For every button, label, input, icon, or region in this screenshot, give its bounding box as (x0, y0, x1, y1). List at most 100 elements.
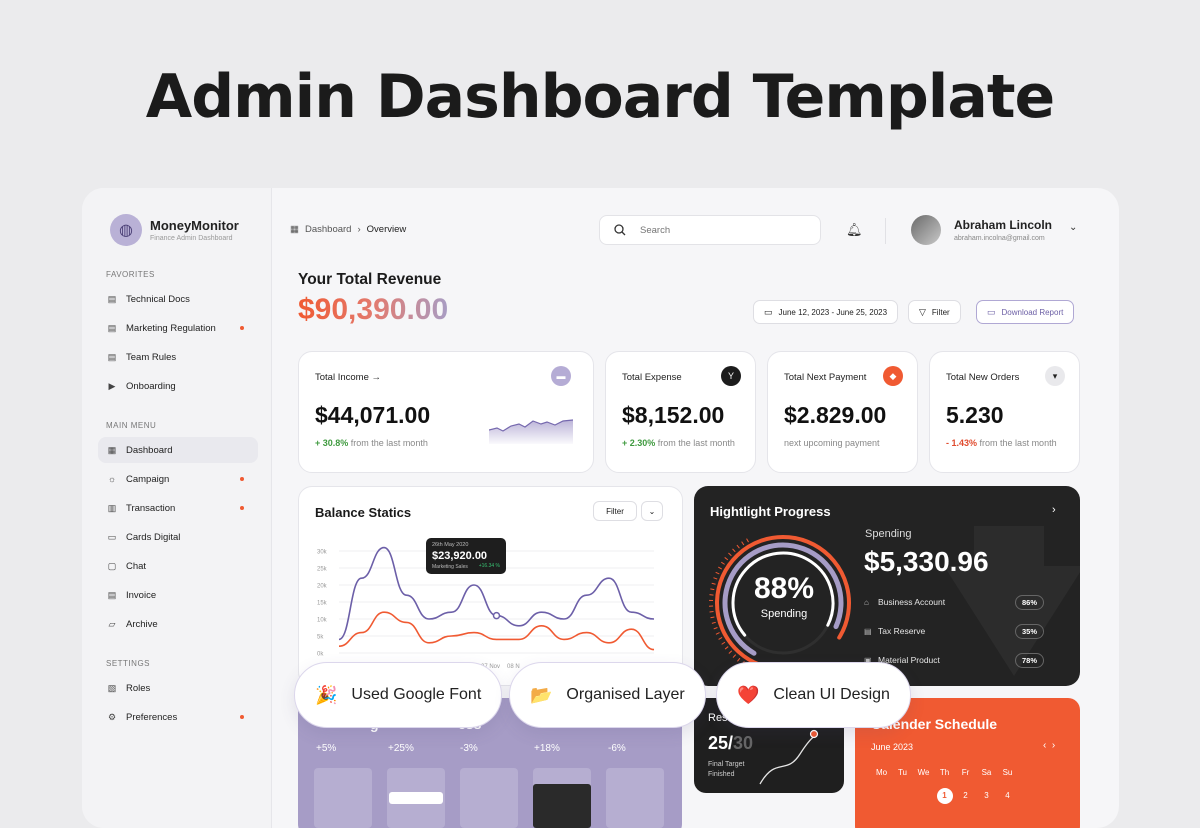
sidebar-item-invoice[interactable]: ▤ Invoice (98, 582, 258, 608)
bell-icon[interactable]: 🔔︎ (846, 222, 863, 238)
sidebar-item-team-rules[interactable]: ▤Team Rules (98, 344, 258, 370)
avatar[interactable] (911, 215, 941, 245)
highlight-card: Hightlight Progress › 88% Spending Spend… (694, 486, 1080, 686)
feature-badge-font: 🎉 Used Google Font (294, 662, 502, 728)
y-tick-label: 0k (317, 652, 324, 658)
sidebar-item-technical-docs[interactable]: ▤Technical Docs (98, 286, 258, 312)
stat-note: + 2.30% from the last month (622, 438, 735, 448)
user-name[interactable]: Abraham Lincoln (954, 218, 1052, 232)
ring-tick (721, 562, 724, 564)
sidebar-item-label: Dashboard (126, 445, 172, 456)
search-box[interactable] (599, 215, 821, 245)
calendar-date[interactable]: 4 (997, 788, 1018, 804)
bank-icon: ⌂ (864, 598, 878, 607)
campaign-stat: +18% (534, 743, 560, 754)
invoice-icon: ▤ (106, 590, 118, 601)
favorites-section-label: FAVORITES (106, 270, 155, 279)
date-range-label: June 12, 2023 - June 25, 2023 (779, 308, 888, 317)
breadcrumb: ▦ Dashboard › Overview (290, 224, 412, 235)
chevron-down-icon[interactable]: ⌄ (1069, 222, 1077, 233)
stat-note: next upcoming payment (784, 438, 880, 448)
trophy-icon: Y (721, 366, 741, 386)
hero-title: Admin Dashboard Template (0, 62, 1200, 132)
balance-card: Balance Statics Filter ⌄ 30k25k20k15k10k… (298, 486, 683, 686)
sidebar-item-label: Archive (126, 619, 158, 630)
highlight-point[interactable] (494, 613, 500, 619)
breadcrumb-root[interactable]: Dashboard (305, 224, 351, 235)
gear-icon: ⚙ (106, 712, 118, 723)
ring-tick (742, 542, 744, 545)
campaign-bar (460, 768, 518, 828)
tooltip-date: 26th May 2020 (432, 542, 500, 548)
filter-button[interactable]: ▽ Filter (908, 300, 961, 324)
highlight-title: Hightlight Progress (710, 504, 831, 519)
feature-label: Clean UI Design (773, 686, 890, 704)
calendar-date[interactable]: 2 (955, 788, 976, 804)
sidebar-item-transaction[interactable]: ▥Transaction (98, 495, 258, 521)
stat-card-income[interactable]: Total Income → ▬ $44,071.00 + 30.8% from… (298, 351, 594, 473)
card-icon: ▭ (106, 532, 118, 543)
search-input[interactable] (640, 225, 790, 236)
user-email: abraham.incolna@gmail.com (954, 235, 1045, 242)
chevron-right-icon[interactable]: › (1052, 740, 1055, 751)
ring-tick (733, 655, 736, 658)
stat-card-new-orders[interactable]: Total New Orders ▾ 5.230 - 1.43% from th… (929, 351, 1080, 473)
wallet-icon: ▬ (551, 366, 571, 386)
campaign-stat: +25% (388, 743, 414, 754)
settings-section-label: SETTINGS (106, 659, 150, 668)
heart-icon: ❤️ (737, 685, 759, 706)
ring-tick (712, 583, 716, 584)
sidebar-item-cards-digital[interactable]: ▭ Cards Digital (98, 524, 258, 550)
ring-tick (733, 549, 736, 552)
y-tick-label: 30k (317, 550, 328, 556)
roles-icon: ▧ (106, 683, 118, 694)
calendar-icon: ▭ (987, 307, 996, 318)
calendar-nav: ‹ › (1043, 740, 1055, 751)
stat-card-next-payment[interactable]: Total Next Payment ◆ $2.829.00 next upco… (767, 351, 918, 473)
sidebar-item-label: Team Rules (126, 352, 176, 363)
sidebar-item-preferences[interactable]: ⚙Preferences (98, 704, 258, 730)
spending-value: $5,330.96 (864, 546, 989, 578)
dashboard-frame: ◍ MoneyMonitor Finance Admin Dashboard F… (82, 188, 1119, 828)
download-report-label: Download Report (1002, 308, 1064, 317)
sidebar-item-campaign[interactable]: ☼Campaign (98, 466, 258, 492)
stat-card-expense[interactable]: Total Expense Y $8,152.00 + 2.30% from t… (605, 351, 756, 473)
stat-value: $8,152.00 (622, 402, 724, 429)
sidebar-item-dashboard[interactable]: ▦Dashboard (98, 437, 258, 463)
notification-dot (240, 477, 244, 481)
sidebar-item-marketing-regulation[interactable]: ▤Marketing Regulation (98, 315, 258, 341)
date-range-button[interactable]: ▭ June 12, 2023 - June 25, 2023 (753, 300, 898, 324)
stat-note: - 1.43% from the last month (946, 438, 1057, 448)
ring-tick (722, 642, 725, 644)
sidebar: ◍ MoneyMonitor Finance Admin Dashboard F… (82, 188, 272, 828)
campaign-stat: +5% (316, 743, 336, 754)
video-icon: ▶ (106, 381, 118, 392)
sidebar-item-archive[interactable]: ▱Archive (98, 611, 258, 637)
folder-icon: 📂 (530, 685, 552, 706)
sidebar-item-label: Cards Digital (126, 532, 180, 543)
campaign-stat: -6% (608, 743, 626, 754)
sidebar-item-onboarding[interactable]: ▶Onboarding (98, 373, 258, 399)
doc-icon: ▤ (106, 323, 118, 334)
notification-dot (240, 506, 244, 510)
arrow-right-icon: → (372, 372, 382, 383)
result-subtitle: Final TargetFinished (708, 760, 744, 780)
chevron-right-icon[interactable]: › (1052, 504, 1056, 516)
chart-tooltip: 26th May 2020 $23,920.00 Marketing Sales… (426, 538, 506, 574)
calendar-date[interactable]: 3 (976, 788, 997, 804)
campaign-bar (314, 768, 372, 828)
notification-dot (240, 715, 244, 719)
calendar-date-selected[interactable]: 1 (937, 788, 953, 804)
sidebar-item-chat[interactable]: ▢Chat (98, 553, 258, 579)
feature-badge-layer: 📂 Organised Layer (509, 662, 706, 728)
stat-value: $2.829.00 (784, 402, 886, 429)
sidebar-item-label: Invoice (126, 590, 156, 601)
stat-note: + 30.8% from the last month (315, 438, 428, 448)
download-report-button[interactable]: ▭ Download Report (976, 300, 1074, 324)
ring-tick (737, 545, 739, 548)
brand[interactable]: ◍ MoneyMonitor Finance Admin Dashboard (110, 214, 239, 246)
brand-subtitle: Finance Admin Dashboard (150, 235, 239, 242)
globe-icon: ◍ (110, 214, 142, 246)
chevron-left-icon[interactable]: ‹ (1043, 740, 1046, 751)
sidebar-item-roles[interactable]: ▧Roles (98, 675, 258, 701)
